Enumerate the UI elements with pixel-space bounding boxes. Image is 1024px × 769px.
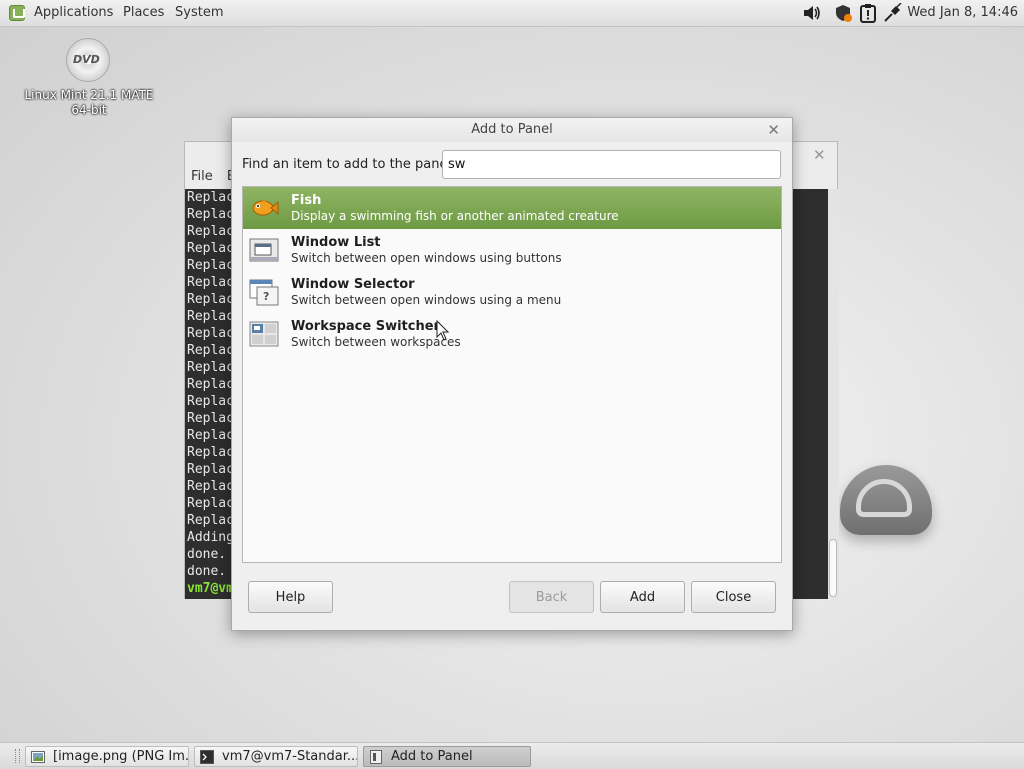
- find-label: Find an item to add to the panel:: [242, 157, 456, 172]
- terminal-scroll-thumb[interactable]: [829, 539, 837, 597]
- mouse-pointer-icon: [436, 320, 450, 341]
- close-button[interactable]: Close: [691, 581, 776, 613]
- dvd-badge: DVD: [73, 53, 100, 66]
- menu-applications[interactable]: Applications: [34, 5, 113, 20]
- task-label: Add to Panel: [391, 749, 473, 764]
- item-name: Window Selector: [291, 277, 415, 292]
- dialog-title: Add to Panel: [232, 118, 792, 142]
- taskbar-grip[interactable]: [15, 749, 20, 763]
- item-description: Switch between open windows using button…: [291, 251, 562, 265]
- list-item-fish[interactable]: Fish Display a swimming fish or another a…: [243, 187, 781, 229]
- task-label: vm7@vm7-Standar...: [222, 749, 358, 764]
- add-to-panel-dialog: Add to Panel ✕ Find an item to add to th…: [231, 117, 793, 631]
- window-selector-icon: ?: [249, 278, 279, 306]
- dvd-icon[interactable]: DVD: [66, 38, 110, 82]
- window-list-icon: [249, 236, 279, 264]
- bottom-taskbar: [image.png (PNG Im... vm7@vm7-Standar... A…: [0, 742, 1024, 769]
- search-input[interactable]: [442, 150, 781, 179]
- close-icon[interactable]: ✕: [767, 121, 780, 139]
- workspace-switcher-icon: [249, 320, 279, 348]
- item-name: Fish: [291, 193, 322, 208]
- list-item-window-selector[interactable]: ? Window Selector Switch between open wind…: [243, 271, 781, 313]
- svg-text:?: ?: [263, 290, 269, 303]
- network-plug-icon[interactable]: [883, 3, 903, 23]
- terminal-scrollbar[interactable]: [828, 189, 839, 599]
- top-panel: Applications Places System Wed Jan 8, 14…: [0, 0, 1024, 27]
- list-item-workspace-switcher[interactable]: Workspace Switcher Switch between workspa…: [243, 313, 781, 355]
- shield-update-icon[interactable]: [833, 3, 853, 23]
- task-button[interactable]: vm7@vm7-Standar...: [194, 746, 358, 767]
- help-button[interactable]: Help: [248, 581, 333, 613]
- item-description: Switch between open windows using a menu: [291, 293, 562, 307]
- dialog-icon: [369, 750, 383, 764]
- list-item-window-list[interactable]: Window List Switch between open windows u…: [243, 229, 781, 271]
- volume-icon[interactable]: [802, 3, 822, 23]
- terminal-close-icon[interactable]: ✕: [813, 146, 826, 164]
- desktop-icon-label[interactable]: Linux Mint 21.1 MATE 64-bit: [16, 88, 162, 118]
- task-label: [image.png (PNG Im...: [53, 749, 189, 764]
- back-button[interactable]: Back: [509, 581, 594, 613]
- image-viewer-icon: [31, 750, 45, 764]
- menu-system[interactable]: System: [175, 5, 223, 20]
- terminal-menubar: File E: [191, 169, 235, 184]
- task-button[interactable]: Add to Panel: [363, 746, 531, 767]
- menu-places[interactable]: Places: [123, 5, 164, 20]
- item-name: Workspace Switcher: [291, 319, 440, 334]
- clipboard-alert-icon[interactable]: [858, 3, 878, 23]
- terminal-menu-file[interactable]: File: [191, 169, 213, 184]
- clock[interactable]: Wed Jan 8, 14:46: [907, 5, 1018, 20]
- fish-icon: [249, 194, 279, 222]
- mint-menu-icon[interactable]: [9, 5, 25, 21]
- item-name: Window List: [291, 235, 381, 250]
- item-list[interactable]: Fish Display a swimming fish or another a…: [242, 186, 782, 563]
- task-button[interactable]: [image.png (PNG Im...: [25, 746, 189, 767]
- add-button[interactable]: Add: [600, 581, 685, 613]
- item-description: Display a swimming fish or another anima…: [291, 209, 619, 223]
- terminal-icon: [200, 750, 214, 764]
- mint-wallpaper-logo: [840, 465, 932, 535]
